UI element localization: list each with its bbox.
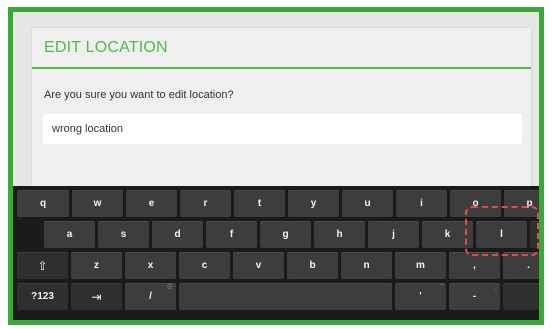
key-z[interactable]: z xyxy=(71,252,122,279)
key-g[interactable]: g xyxy=(260,221,311,248)
location-input[interactable]: wrong location xyxy=(43,114,522,144)
key-l[interactable]: l xyxy=(476,221,527,248)
key-j[interactable]: j xyxy=(368,221,419,248)
key-c[interactable]: c xyxy=(179,252,230,279)
key-h[interactable]: h xyxy=(314,221,365,248)
key-comma[interactable]: , ! xyxy=(449,252,500,279)
dialog-title: EDIT LOCATION xyxy=(44,39,168,56)
key-o[interactable]: o xyxy=(450,190,501,217)
key-f[interactable]: f xyxy=(206,221,257,248)
key-w[interactable]: w xyxy=(72,190,123,217)
comma-hint: ! xyxy=(495,253,497,259)
title-divider xyxy=(32,67,531,69)
shift-icon: ⇧ xyxy=(37,258,48,273)
key-y[interactable]: y xyxy=(288,190,339,217)
key-t[interactable]: t xyxy=(234,190,285,217)
symbols-key[interactable]: ?123 xyxy=(17,283,68,310)
enter-key[interactable]: ↵ xyxy=(530,221,539,248)
key-i[interactable]: i xyxy=(396,190,447,217)
soft-keyboard: q w e r t y u i o p ⌫ a s d f g h j k l … xyxy=(13,186,539,320)
tab-key[interactable]: ⇥ xyxy=(71,283,122,310)
shift-key[interactable]: ⇧ xyxy=(17,252,68,279)
key-d[interactable]: d xyxy=(152,221,203,248)
key-v[interactable]: v xyxy=(233,252,284,279)
key-p[interactable]: p xyxy=(504,190,539,217)
dash-hint: _ xyxy=(493,284,497,290)
key-b[interactable]: b xyxy=(287,252,338,279)
key-x[interactable]: x xyxy=(125,252,176,279)
symbols-label: ?123 xyxy=(31,291,54,302)
tab-icon: ⇥ xyxy=(91,289,102,304)
key-q[interactable]: q xyxy=(17,190,69,217)
key-n[interactable]: n xyxy=(341,252,392,279)
key-r[interactable]: r xyxy=(180,190,231,217)
key-slash[interactable]: / @ xyxy=(125,283,176,310)
key-k[interactable]: k xyxy=(422,221,473,248)
screenshot-frame: EDIT LOCATION Are you sure you want to e… xyxy=(8,7,544,325)
key-s[interactable]: s xyxy=(98,221,149,248)
key-u[interactable]: u xyxy=(342,190,393,217)
key-apostrophe[interactable]: ' " xyxy=(395,283,446,310)
quote-hint: " xyxy=(440,284,443,290)
key-e[interactable]: e xyxy=(126,190,177,217)
key-a[interactable]: a xyxy=(44,221,95,248)
key-m[interactable]: m xyxy=(395,252,446,279)
key-dash[interactable]: - _ xyxy=(449,283,500,310)
dialog-message: Are you sure you want to edit location? xyxy=(44,89,234,101)
edit-location-dialog: EDIT LOCATION Are you sure you want to e… xyxy=(32,28,531,198)
keyboard-settings-key[interactable]: ⚙ xyxy=(503,283,539,310)
space-key[interactable] xyxy=(179,283,392,310)
key-period[interactable]: . ? xyxy=(503,252,539,279)
slash-hint: @ xyxy=(166,284,173,290)
